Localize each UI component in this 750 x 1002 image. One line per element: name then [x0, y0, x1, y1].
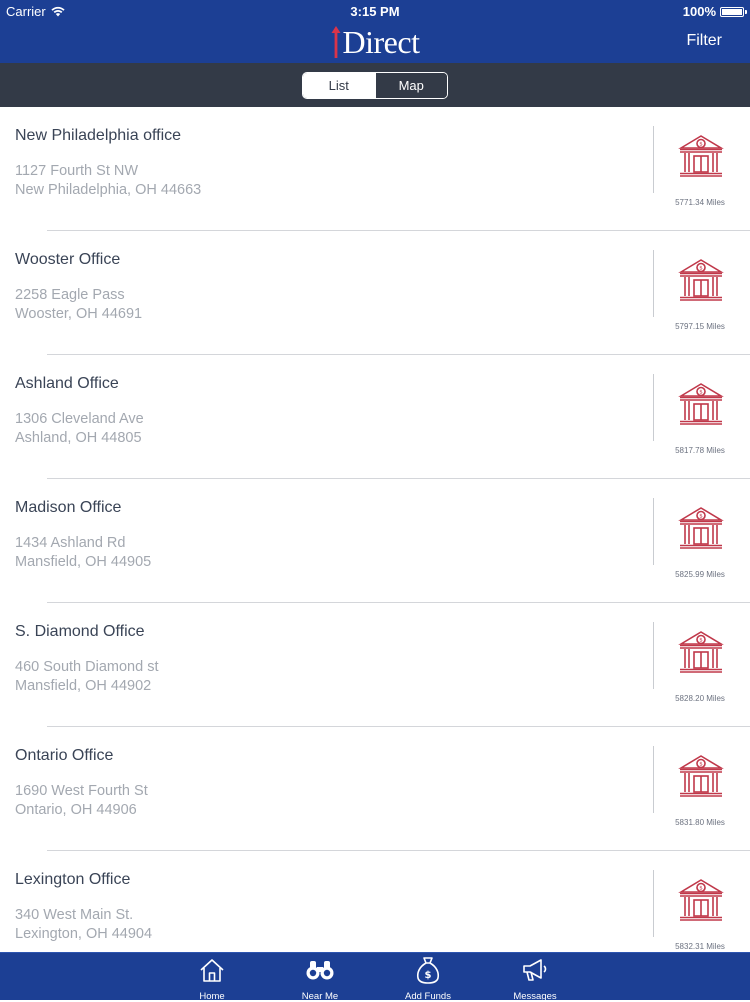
- tab-near-me[interactable]: Near Me: [285, 956, 355, 1002]
- view-segmented-control: List Map: [302, 72, 448, 99]
- office-distance: 5831.80 Miles: [675, 818, 725, 827]
- office-street: 1434 Ashland Rd: [15, 535, 126, 551]
- house-icon: [200, 959, 224, 982]
- office-distance: 5771.34 Miles: [675, 198, 725, 207]
- map-view-tab[interactable]: Map: [374, 73, 447, 98]
- svg-text:$: $: [699, 762, 703, 768]
- list-item[interactable]: Wooster Office 2258 Eagle Pass Wooster, …: [0, 231, 750, 355]
- svg-text:$: $: [699, 390, 703, 396]
- tab-label: Messages: [513, 991, 557, 1002]
- battery-percent: 100%: [682, 4, 716, 19]
- office-city: New Philadelphia, OH 44663: [15, 182, 202, 198]
- list-item[interactable]: Madison Office 1434 Ashland Rd Mansfield…: [0, 479, 750, 603]
- tab-home[interactable]: Home: [177, 956, 247, 1002]
- vertical-divider: [653, 498, 654, 565]
- list-view-tab[interactable]: List: [303, 73, 375, 98]
- office-distance: 5797.15 Miles: [675, 322, 725, 331]
- office-city: Ontario, OH 44906: [15, 802, 137, 818]
- tab-label: Near Me: [301, 991, 339, 1002]
- vertical-divider: [653, 746, 654, 813]
- battery-icon: [720, 6, 747, 17]
- status-time: 3:15 PM: [350, 4, 400, 19]
- office-list: New Philadelphia office 1127 Fourth St N…: [0, 107, 750, 952]
- binoculars-icon: [306, 961, 334, 980]
- filter-button[interactable]: Filter: [686, 32, 722, 50]
- office-distance: 5825.99 Miles: [675, 570, 725, 579]
- office-city: Ashland, OH 44805: [15, 430, 142, 446]
- office-street: 2258 Eagle Pass: [15, 287, 125, 303]
- vertical-divider: [653, 870, 654, 937]
- svg-text:$: $: [699, 266, 703, 272]
- tab-label: Home: [199, 991, 225, 1002]
- office-street: 1127 Fourth St NW: [15, 163, 139, 179]
- office-city: Mansfield, OH 44905: [15, 554, 152, 570]
- office-name: Ashland Office: [15, 375, 119, 392]
- battery-status: 100%: [682, 4, 747, 19]
- list-item[interactable]: Lexington Office 340 West Main St. Lexin…: [0, 851, 750, 952]
- list-item[interactable]: S. Diamond Office 460 South Diamond st M…: [0, 603, 750, 727]
- money-bag-icon: $: [416, 957, 440, 984]
- office-street: 1690 West Fourth St: [15, 783, 148, 799]
- bank-icon: $: [677, 628, 725, 676]
- office-distance: 5828.20 Miles: [675, 694, 725, 703]
- list-item[interactable]: Ontario Office 1690 West Fourth St Ontar…: [0, 727, 750, 851]
- office-distance: 5817.78 Miles: [675, 446, 725, 455]
- office-name: Lexington Office: [15, 871, 131, 888]
- svg-text:$: $: [699, 514, 703, 520]
- vertical-divider: [653, 250, 654, 317]
- bank-icon: $: [677, 380, 725, 428]
- status-bar: Carrier 3:15 PM 100%: [0, 0, 750, 22]
- view-toggle-bar: List Map: [0, 63, 750, 107]
- bank-icon: $: [677, 752, 725, 800]
- vertical-divider: [653, 374, 654, 441]
- bank-icon: $: [677, 132, 725, 180]
- logo-arrow-icon: [331, 26, 341, 58]
- office-name: Wooster Office: [15, 251, 121, 268]
- office-street: 340 West Main St.: [15, 907, 134, 923]
- office-street: 460 South Diamond st: [15, 659, 159, 675]
- svg-text:$: $: [699, 638, 703, 644]
- tab-bar: Home Near Me $ Add Funds Messages: [0, 952, 750, 1002]
- office-street: 1306 Cleveland Ave: [15, 411, 144, 427]
- office-name: New Philadelphia office: [15, 127, 182, 144]
- app-logo: Direct: [0, 22, 750, 62]
- logo-text: Direct: [342, 24, 420, 60]
- megaphone-icon: [523, 959, 547, 981]
- tab-add-funds[interactable]: $ Add Funds: [393, 956, 463, 1002]
- tab-messages[interactable]: Messages: [500, 956, 570, 1002]
- vertical-divider: [653, 126, 654, 193]
- svg-text:$: $: [425, 970, 432, 981]
- svg-text:$: $: [699, 886, 703, 892]
- office-distance: 5832.31 Miles: [675, 942, 725, 951]
- bank-icon: $: [677, 504, 725, 552]
- office-name: S. Diamond Office: [15, 623, 145, 640]
- office-name: Madison Office: [15, 499, 122, 516]
- bank-icon: $: [677, 876, 725, 924]
- top-bar: Carrier 3:15 PM 100% Direct Filter: [0, 0, 750, 63]
- tab-label: Add Funds: [405, 991, 451, 1002]
- office-city: Lexington, OH 44904: [15, 926, 153, 942]
- list-item[interactable]: New Philadelphia office 1127 Fourth St N…: [0, 107, 750, 231]
- vertical-divider: [653, 622, 654, 689]
- office-city: Wooster, OH 44691: [15, 306, 143, 322]
- bank-icon: $: [677, 256, 725, 304]
- svg-text:$: $: [699, 142, 703, 148]
- list-item[interactable]: Ashland Office 1306 Cleveland Ave Ashlan…: [0, 355, 750, 479]
- office-name: Ontario Office: [15, 747, 114, 764]
- office-city: Mansfield, OH 44902: [15, 678, 152, 694]
